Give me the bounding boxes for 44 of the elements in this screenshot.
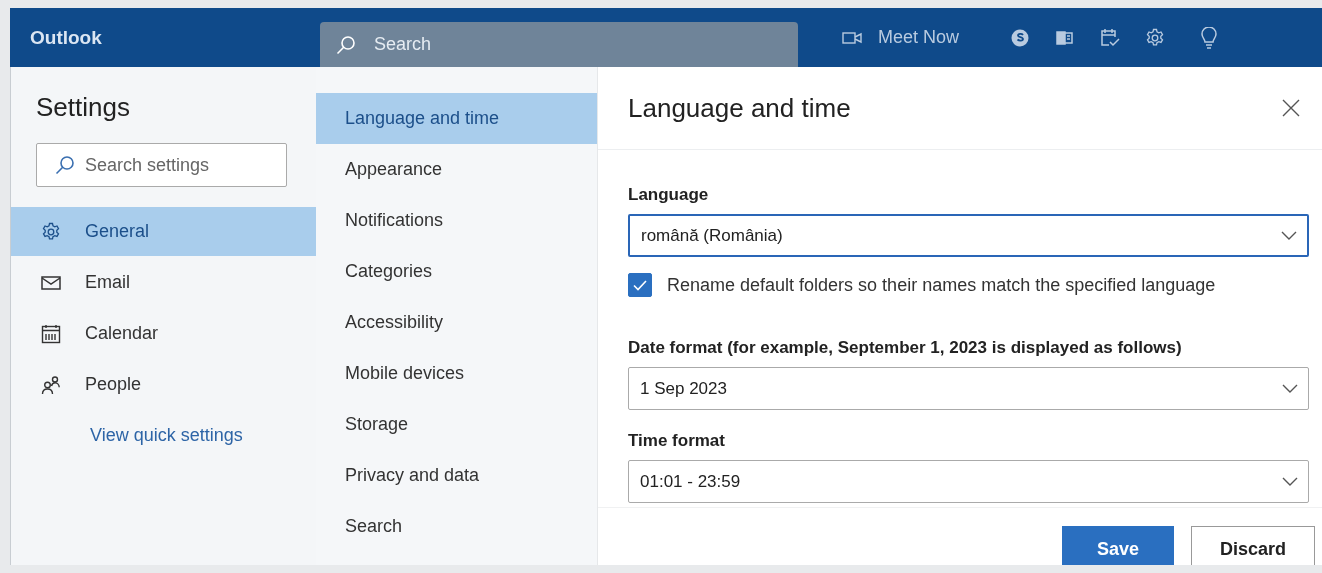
search-icon [336, 34, 356, 55]
checkbox-label: Rename default folders so their names match the specified language [667, 274, 1216, 296]
dropdown-field[interactable]: română (România) [628, 214, 1309, 257]
field-label: Language [628, 184, 710, 206]
settings-section[interactable]: Mobile devices [316, 348, 597, 399]
search-settings-field[interactable]: Search settings [85, 154, 286, 176]
calendar-icon [41, 323, 61, 344]
gear-icon [41, 221, 61, 242]
settings-heading: Settings [36, 91, 131, 124]
search-box[interactable]: Search [320, 22, 798, 67]
checkbox[interactable] [628, 273, 652, 297]
chevron-down-icon [1282, 477, 1298, 486]
dropdown-field[interactable]: 1 Sep 2023 [628, 367, 1309, 410]
close-icon[interactable] [1282, 99, 1300, 117]
settings-category[interactable]: General [11, 207, 316, 256]
settings-section[interactable]: Privacy and data [316, 450, 597, 501]
settings-category[interactable]: People [11, 360, 316, 409]
search-settings-box[interactable]: Search settings [36, 143, 287, 187]
envelope-icon [41, 274, 61, 291]
field-label: Date format (for example, September 1, 2023 is displayed as follows) [628, 337, 1183, 359]
settings-category[interactable]: Email [11, 258, 316, 307]
settings-section[interactable]: Categories [316, 246, 597, 297]
checkmark-icon [633, 279, 647, 291]
app-title: Outlook [29, 25, 103, 50]
settings-section[interactable]: Language and time [316, 93, 597, 144]
settings-section[interactable]: Appearance [316, 144, 597, 195]
action-button[interactable]: Discard [1191, 526, 1315, 565]
settings-section[interactable]: Search [316, 501, 597, 552]
dropdown-field[interactable]: 01:01 - 23:59 [628, 460, 1309, 503]
settings-section[interactable]: Notifications [316, 195, 597, 246]
panel-title: Language and time [628, 92, 851, 124]
chevron-down-icon [1281, 231, 1297, 240]
settings-section[interactable]: Storage [316, 399, 597, 450]
search-field[interactable]: Search [374, 34, 798, 55]
view-quick-settings-link[interactable]: View quick settings [90, 425, 243, 446]
field-label: Time format [628, 430, 726, 452]
video-camera-icon [842, 31, 862, 44]
settings-section[interactable]: Accessibility [316, 297, 597, 348]
people-icon [41, 374, 61, 395]
chevron-down-icon [1282, 384, 1298, 393]
action-button[interactable]: Save [1062, 526, 1174, 565]
search-icon [55, 155, 75, 175]
settings-category[interactable]: Calendar [11, 309, 316, 358]
meet-now-button[interactable]: Meet Now [842, 27, 960, 48]
